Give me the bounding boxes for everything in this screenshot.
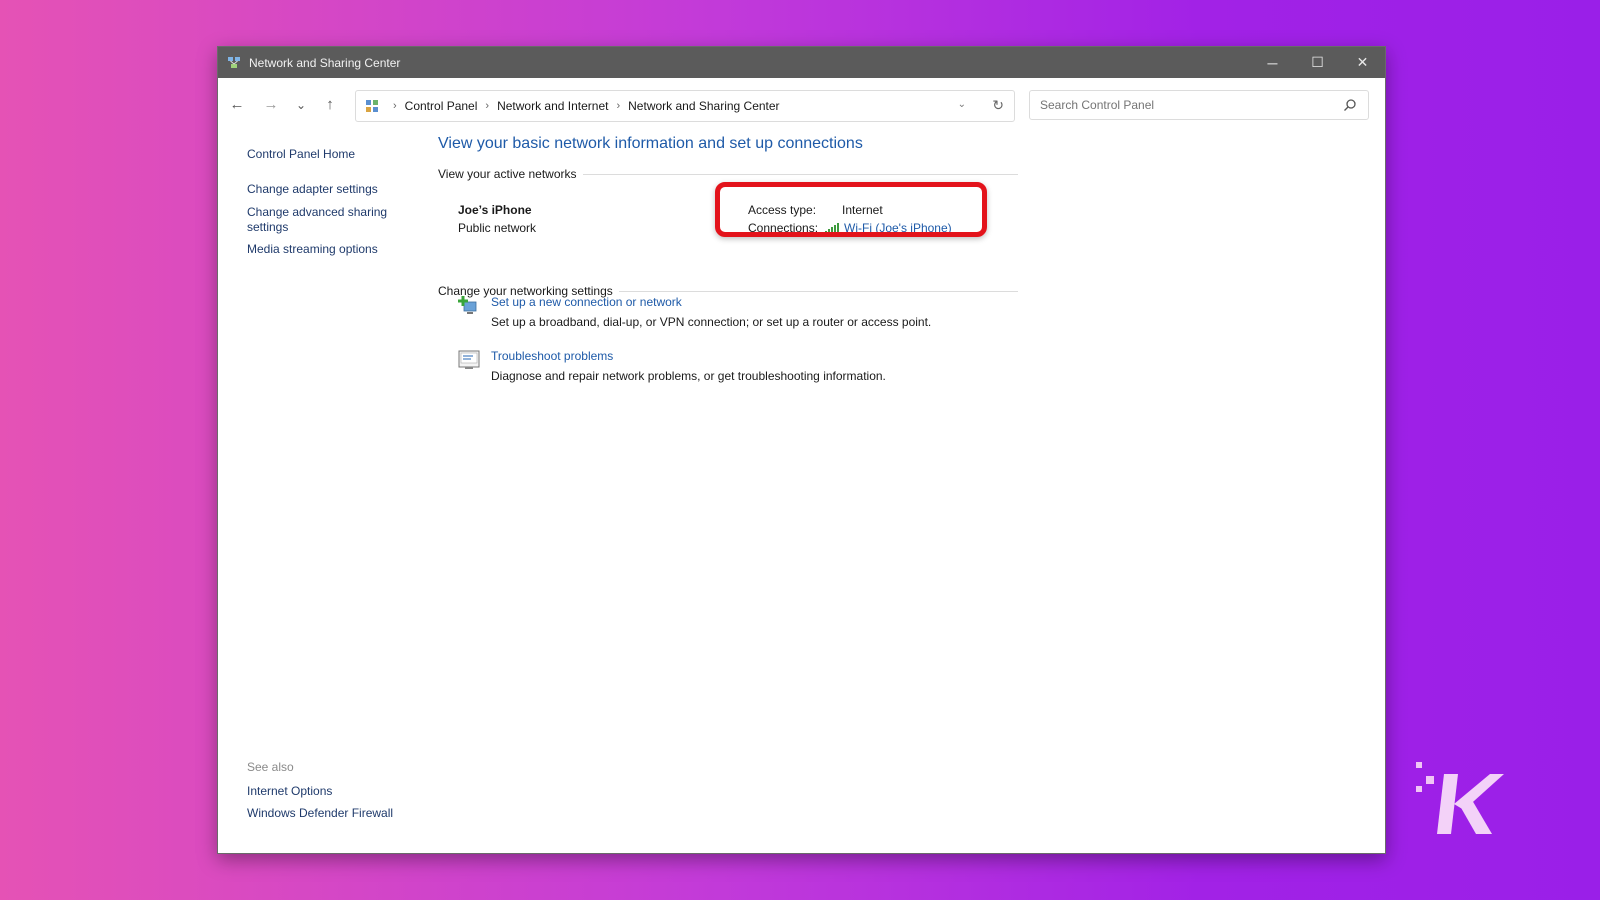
troubleshoot-icon: [458, 350, 480, 369]
active-networks-section-header: View your active networks: [438, 167, 1018, 181]
sidebar-item-control-panel-home[interactable]: Control Panel Home: [247, 147, 407, 162]
setup-new-connection-description: Set up a broadband, dial-up, or VPN conn…: [491, 315, 932, 329]
internet-options-link[interactable]: Internet Options: [247, 784, 393, 798]
network-type[interactable]: Public network: [458, 221, 536, 235]
recent-locations-button[interactable]: ⌄: [292, 96, 310, 114]
breadcrumb-network-and-internet[interactable]: Network and Internet: [497, 99, 608, 113]
divider: [618, 290, 1018, 292]
maximize-button[interactable]: ☐: [1295, 47, 1340, 78]
search-icon[interactable]: [1343, 98, 1357, 112]
annotation-highlight-box: [715, 182, 987, 237]
up-button[interactable]: ↑: [321, 96, 339, 114]
page-title: View your basic network information and …: [438, 135, 863, 152]
new-connection-icon: [458, 296, 477, 314]
divider: [582, 173, 1018, 175]
troubleshoot-problems-description: Diagnose and repair network problems, or…: [491, 369, 886, 383]
search-box[interactable]: [1029, 90, 1369, 120]
breadcrumb-network-and-sharing-center[interactable]: Network and Sharing Center: [628, 99, 779, 113]
address-bar[interactable]: › Control Panel › Network and Internet ›…: [355, 90, 1015, 122]
main-content: View your basic network information and …: [438, 135, 1018, 383]
sidebar-item-change-adapter-settings[interactable]: Change adapter settings: [247, 182, 407, 197]
navigation-bar: ← → ⌄ ↑ › Control Panel › Network and In…: [218, 78, 1385, 132]
refresh-icon[interactable]: ↻: [992, 97, 1004, 114]
control-panel-icon: [366, 100, 378, 112]
breadcrumb-separator: ›: [393, 100, 397, 112]
see-also-section: See also Internet Options Windows Defend…: [247, 760, 393, 828]
control-panel-window: Network and Sharing Center ─ ☐ ✕ ← → ⌄ ↑…: [217, 46, 1386, 854]
close-button[interactable]: ✕: [1340, 47, 1385, 78]
see-also-heading: See also: [247, 760, 294, 774]
sidebar-item-media-streaming-options[interactable]: Media streaming options: [247, 242, 407, 257]
network-name: Joe’s iPhone: [458, 203, 532, 217]
setup-new-connection-link[interactable]: Set up a new connection or network: [491, 295, 682, 309]
back-button[interactable]: ←: [228, 96, 246, 114]
chevron-down-icon[interactable]: ⌄: [958, 99, 966, 110]
troubleshoot-problems-link[interactable]: Troubleshoot problems: [491, 349, 613, 363]
window-title: Network and Sharing Center: [249, 55, 401, 70]
active-networks-heading: View your active networks: [438, 167, 577, 181]
forward-button[interactable]: →: [262, 96, 280, 114]
network-center-icon: [228, 56, 240, 68]
sidebar-item-change-advanced-sharing-settings[interactable]: Change advanced sharing settings: [247, 205, 407, 235]
search-input[interactable]: [1038, 97, 1332, 113]
breadcrumb-separator: ›: [485, 100, 490, 112]
minimize-button[interactable]: ─: [1250, 47, 1295, 78]
windows-defender-firewall-link[interactable]: Windows Defender Firewall: [247, 806, 393, 820]
breadcrumb-control-panel[interactable]: Control Panel: [405, 99, 478, 113]
title-bar[interactable]: Network and Sharing Center ─ ☐ ✕: [218, 47, 1385, 78]
breadcrumb-separator: ›: [616, 100, 621, 112]
knowtechie-logo: [1416, 762, 1504, 834]
sidebar: Control Panel Home Change adapter settin…: [247, 147, 407, 257]
